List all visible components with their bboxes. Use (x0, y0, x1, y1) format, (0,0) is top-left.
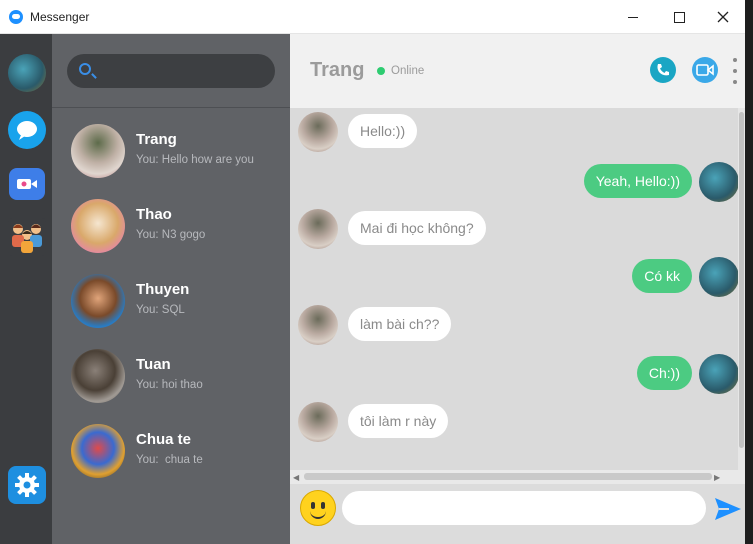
avatar (71, 349, 125, 403)
video-call-icon (17, 179, 37, 189)
phone-icon (657, 64, 669, 76)
message-composer (290, 484, 745, 544)
avatar (699, 257, 739, 297)
contact-name: Trang (136, 131, 177, 148)
contact-last-message: You: SQL (136, 304, 185, 316)
avatar (298, 209, 338, 249)
window-title: Messenger (30, 10, 90, 24)
contact-last-message: You: chua te (136, 454, 203, 466)
received-message-bubble[interactable]: Hello:)) (348, 114, 418, 148)
contact-item-tuan[interactable]: Tuan You: hoi thao (52, 339, 290, 414)
sent-message-bubble[interactable]: Yeah, Hello:)) (583, 164, 692, 198)
contacts-panel: Trang You: Hello how are you Thao You: N… (52, 34, 290, 544)
video-call-button[interactable] (692, 57, 718, 83)
contact-item-thuyen[interactable]: Thuyen You: SQL (52, 264, 290, 339)
received-message-bubble[interactable]: tôi làm r này (348, 404, 449, 438)
left-navbar (0, 34, 52, 544)
settings-button[interactable] (8, 466, 46, 504)
contact-last-message: You: hoi thao (136, 379, 203, 391)
messenger-window: Messenger Trang You: Hello how are you T… (0, 0, 745, 544)
vertical-scroll-thumb[interactable] (739, 112, 744, 448)
contact-name: Thao (136, 206, 172, 223)
scroll-right-icon[interactable]: ▶ (714, 473, 720, 482)
send-icon (715, 498, 741, 520)
emoji-icon[interactable] (300, 490, 336, 526)
maximize-button[interactable] (656, 0, 702, 34)
close-button[interactable] (700, 0, 746, 34)
more-icon[interactable] (730, 58, 740, 84)
avatar (298, 305, 338, 345)
online-status-text: Online (391, 65, 425, 77)
voice-call-button[interactable] (650, 57, 676, 83)
contact-item-trang[interactable]: Trang You: Hello how are you (52, 114, 290, 189)
message-row: Yeah, Hello:)) (290, 162, 745, 202)
avatar (71, 424, 125, 478)
avatar (298, 402, 338, 442)
contact-last-message: You: Hello how are you (136, 154, 254, 166)
message-row: Có kk (290, 257, 745, 297)
minimize-button[interactable] (610, 0, 656, 34)
avatar (71, 274, 125, 328)
horizontal-scroll-thumb[interactable] (304, 473, 712, 480)
avatar (699, 162, 739, 202)
horizontal-scrollbar[interactable]: ◀ ▶ (290, 470, 745, 484)
search-input[interactable] (103, 54, 267, 90)
avatar (298, 112, 338, 152)
chat-panel: Trang Online Hello:)) Yeah, Hello:)) Mai đ… (290, 34, 745, 544)
message-row: làm bài ch?? (290, 305, 745, 345)
chat-contact-name: Trang (310, 59, 365, 81)
close-icon (717, 11, 729, 23)
search-box[interactable] (67, 54, 275, 90)
message-row: Mai đi học không? (290, 209, 745, 249)
contact-name: Tuan (136, 356, 171, 373)
contact-item-chua-te[interactable]: Chua te You: chua te (52, 414, 290, 489)
message-input[interactable] (342, 491, 706, 525)
scroll-left-icon[interactable]: ◀ (293, 473, 299, 482)
sent-message-bubble[interactable]: Ch:)) (636, 356, 692, 390)
message-row: Hello:)) (290, 112, 745, 152)
avatar (71, 124, 125, 178)
message-row: tôi làm r này (290, 402, 745, 442)
chats-nav-button[interactable] (8, 111, 46, 149)
video-icon (696, 64, 714, 76)
settings-icon (15, 473, 39, 497)
send-button[interactable] (713, 494, 743, 524)
received-message-bubble[interactable]: làm bài ch?? (348, 307, 452, 341)
groups-nav-button[interactable] (8, 218, 46, 256)
received-message-bubble[interactable]: Mai đi học không? (348, 211, 486, 245)
online-status-dot (377, 67, 385, 75)
message-row: Ch:)) (290, 354, 745, 394)
avatar (71, 199, 125, 253)
chat-header: Trang Online (290, 34, 745, 108)
contact-name: Chua te (136, 431, 192, 448)
contacts-divider (52, 107, 290, 108)
contact-name: Thuyen (136, 281, 190, 298)
my-avatar[interactable] (8, 54, 46, 92)
contact-item-thao[interactable]: Thao You: N3 gogo (52, 189, 290, 264)
group-icon (12, 224, 42, 253)
sent-message-bubble[interactable]: Có kk (632, 259, 692, 293)
app-icon (9, 10, 23, 24)
title-bar: Messenger (0, 0, 745, 34)
video-call-nav-button[interactable] (9, 168, 45, 200)
contact-last-message: You: N3 gogo (136, 229, 206, 241)
search-icon (79, 63, 91, 75)
vertical-scrollbar[interactable] (738, 108, 745, 470)
avatar (699, 354, 739, 394)
chat-icon (17, 121, 37, 140)
